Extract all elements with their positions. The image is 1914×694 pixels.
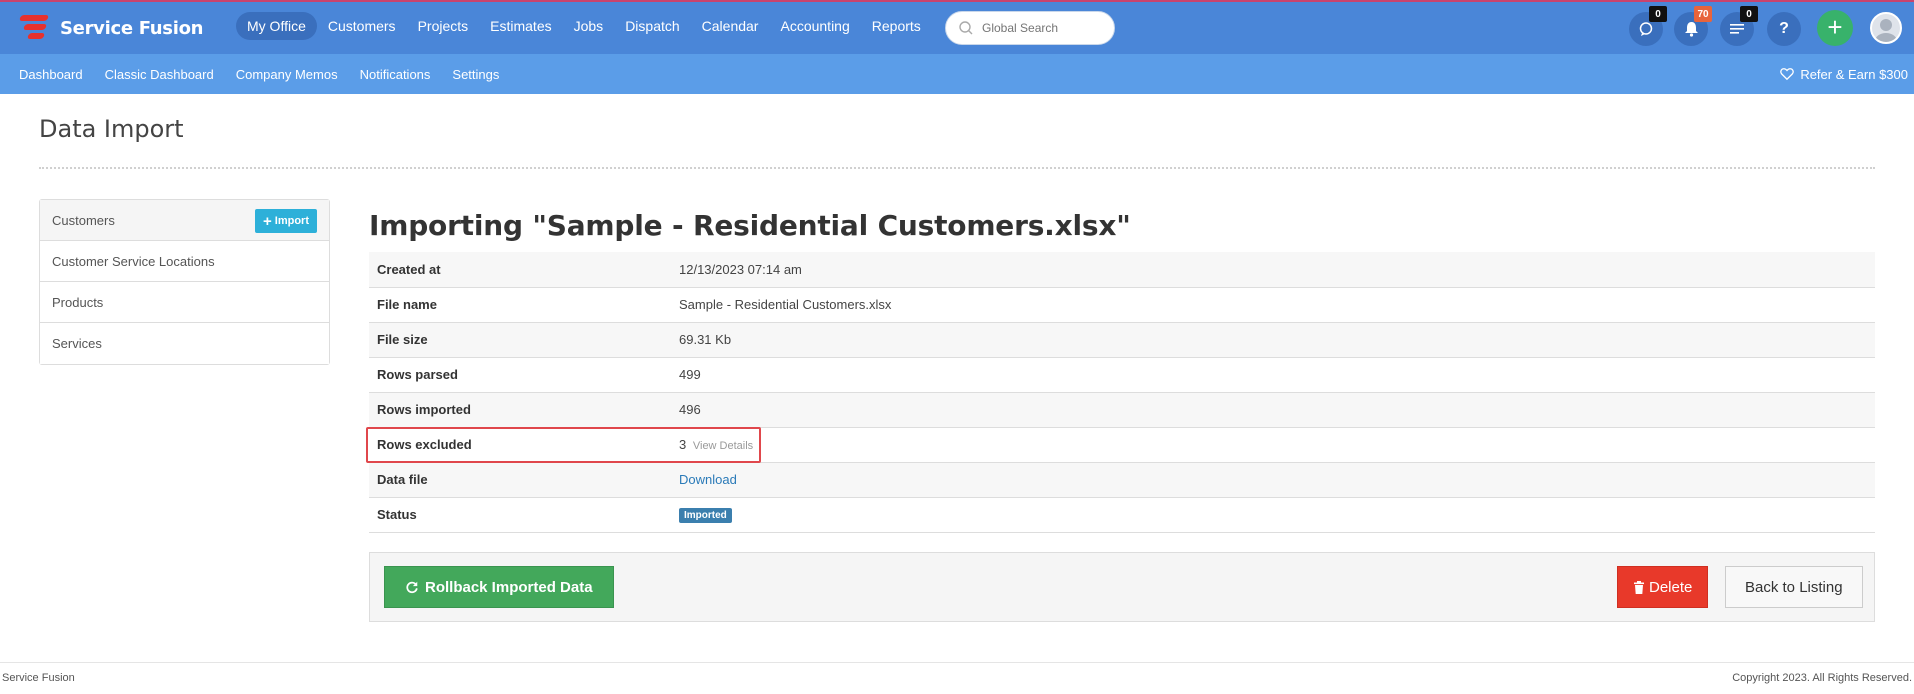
subnav-settings[interactable]: Settings bbox=[441, 67, 510, 82]
service-fusion-logo-icon bbox=[16, 11, 54, 45]
page-title: Data Import bbox=[39, 115, 184, 143]
sidebar-item-customer-service-locations[interactable]: Customer Service Locations bbox=[40, 241, 329, 282]
table-row: File name Sample - Residential Customers… bbox=[369, 287, 1875, 322]
nav-item-calendar[interactable]: Calendar bbox=[691, 12, 770, 40]
sidebar-item-label: Services bbox=[52, 336, 102, 351]
subnav-dashboard[interactable]: Dashboard bbox=[8, 67, 94, 82]
row-value-cell: Imported bbox=[679, 497, 1875, 532]
highlight-box bbox=[366, 427, 761, 463]
import-title: Importing "Sample - Residential Customer… bbox=[369, 209, 1131, 242]
import-button[interactable]: + Import bbox=[255, 209, 317, 233]
help-button[interactable]: ? bbox=[1767, 12, 1801, 46]
rollback-button[interactable]: Rollback Imported Data bbox=[384, 566, 614, 608]
top-navigation-bar: Service Fusion My Office Customers Proje… bbox=[0, 0, 1914, 54]
nav-item-accounting[interactable]: Accounting bbox=[769, 12, 860, 40]
status-badge: Imported bbox=[679, 508, 732, 523]
row-label: Data file bbox=[377, 472, 428, 487]
sub-navigation-bar: Dashboard Classic Dashboard Company Memo… bbox=[0, 54, 1914, 94]
list-icon bbox=[1730, 24, 1744, 34]
row-value: 12/13/2023 07:14 am bbox=[679, 261, 802, 277]
row-label: Rows parsed bbox=[377, 367, 458, 382]
row-label: Status bbox=[377, 507, 417, 522]
trash-icon bbox=[1634, 580, 1644, 594]
action-bar: Rollback Imported Data Delete Back to Li… bbox=[369, 552, 1875, 622]
table-row: Rows imported 496 bbox=[369, 392, 1875, 427]
refer-and-earn-link[interactable]: Refer & Earn $300 bbox=[1780, 54, 1908, 94]
refer-label: Refer & Earn $300 bbox=[1800, 66, 1908, 82]
table-row: Rows parsed 499 bbox=[369, 357, 1875, 392]
plus-icon: + bbox=[263, 212, 272, 230]
notifications-button[interactable]: 70 bbox=[1674, 6, 1712, 46]
row-label: File size bbox=[377, 332, 428, 347]
title-divider bbox=[39, 167, 1875, 169]
heart-icon bbox=[1780, 68, 1795, 81]
notification-count-badge: 70 bbox=[1694, 6, 1712, 22]
row-value-cell: Download bbox=[679, 462, 1875, 497]
row-value: Sample - Residential Customers.xlsx bbox=[679, 297, 892, 312]
refresh-icon bbox=[406, 581, 418, 594]
user-avatar[interactable] bbox=[1870, 12, 1902, 44]
sidebar-item-products[interactable]: Products bbox=[40, 282, 329, 323]
table-row: File size 69.31 Kb bbox=[369, 322, 1875, 357]
footer-divider bbox=[0, 662, 1914, 663]
back-to-listing-button[interactable]: Back to Listing bbox=[1725, 566, 1863, 608]
nav-item-reports[interactable]: Reports bbox=[861, 12, 932, 40]
subnav-notifications[interactable]: Notifications bbox=[349, 67, 442, 82]
sub-nav: Dashboard Classic Dashboard Company Memo… bbox=[8, 54, 510, 94]
main-nav: My Office Customers Projects Estimates J… bbox=[236, 12, 932, 40]
sidebar-item-customers[interactable]: Customers + Import bbox=[40, 200, 329, 241]
sidebar-item-label: Customer Service Locations bbox=[52, 253, 215, 269]
tasks-count-badge: 0 bbox=[1740, 6, 1758, 22]
table-row: Created at 12/13/2023 07:14 am bbox=[369, 252, 1875, 287]
tasks-button[interactable]: 0 bbox=[1720, 6, 1758, 46]
subnav-company-memos[interactable]: Company Memos bbox=[225, 67, 349, 82]
nav-item-customers[interactable]: Customers bbox=[317, 12, 407, 40]
row-value: 69.31 Kb bbox=[679, 332, 732, 347]
row-label: File name bbox=[377, 297, 437, 312]
nav-item-dispatch[interactable]: Dispatch bbox=[614, 12, 690, 40]
row-label: Created at bbox=[377, 261, 441, 277]
nav-item-estimates[interactable]: Estimates bbox=[479, 12, 562, 40]
sidebar-item-label: Customers bbox=[52, 212, 115, 228]
subnav-classic-dashboard[interactable]: Classic Dashboard bbox=[94, 67, 225, 82]
delete-button[interactable]: Delete bbox=[1617, 566, 1709, 608]
import-type-sidebar: Customers + Import Customer Service Loca… bbox=[39, 199, 330, 365]
download-link[interactable]: Download bbox=[679, 472, 737, 487]
search-input[interactable] bbox=[982, 21, 1102, 35]
bell-icon bbox=[1684, 22, 1698, 37]
global-search[interactable] bbox=[945, 11, 1115, 45]
footer-brand: Service Fusion bbox=[2, 672, 75, 684]
row-value: 499 bbox=[679, 367, 701, 382]
table-row: Status Imported bbox=[369, 497, 1875, 532]
nav-item-projects[interactable]: Projects bbox=[407, 12, 480, 40]
search-icon bbox=[959, 21, 973, 35]
help-icon: ? bbox=[1779, 20, 1789, 37]
chat-count-badge: 0 bbox=[1649, 6, 1667, 22]
rollback-label: Rollback Imported Data bbox=[425, 578, 593, 596]
row-value-cell: 3 View Details bbox=[679, 427, 1875, 462]
chat-icon bbox=[1639, 22, 1653, 36]
brand-logo[interactable]: Service Fusion bbox=[16, 10, 203, 46]
sidebar-item-services[interactable]: Services bbox=[40, 323, 329, 364]
quick-add-button[interactable]: + bbox=[1817, 10, 1853, 46]
brand-name: Service Fusion bbox=[60, 17, 204, 39]
nav-item-my-office[interactable]: My Office bbox=[236, 12, 317, 40]
import-label: Import bbox=[274, 215, 309, 227]
chat-button[interactable]: 0 bbox=[1629, 6, 1667, 46]
footer-copyright: Copyright 2023. All Rights Reserved. bbox=[1732, 672, 1912, 684]
sidebar-item-label: Products bbox=[52, 294, 104, 310]
user-icon bbox=[1875, 19, 1897, 42]
row-label: Rows imported bbox=[377, 402, 471, 417]
table-row: Data file Download bbox=[369, 462, 1875, 497]
row-value: 496 bbox=[679, 402, 701, 417]
delete-label: Delete bbox=[1649, 578, 1693, 596]
import-details-table: Created at 12/13/2023 07:14 am File name… bbox=[369, 252, 1875, 533]
nav-item-jobs[interactable]: Jobs bbox=[563, 12, 615, 40]
